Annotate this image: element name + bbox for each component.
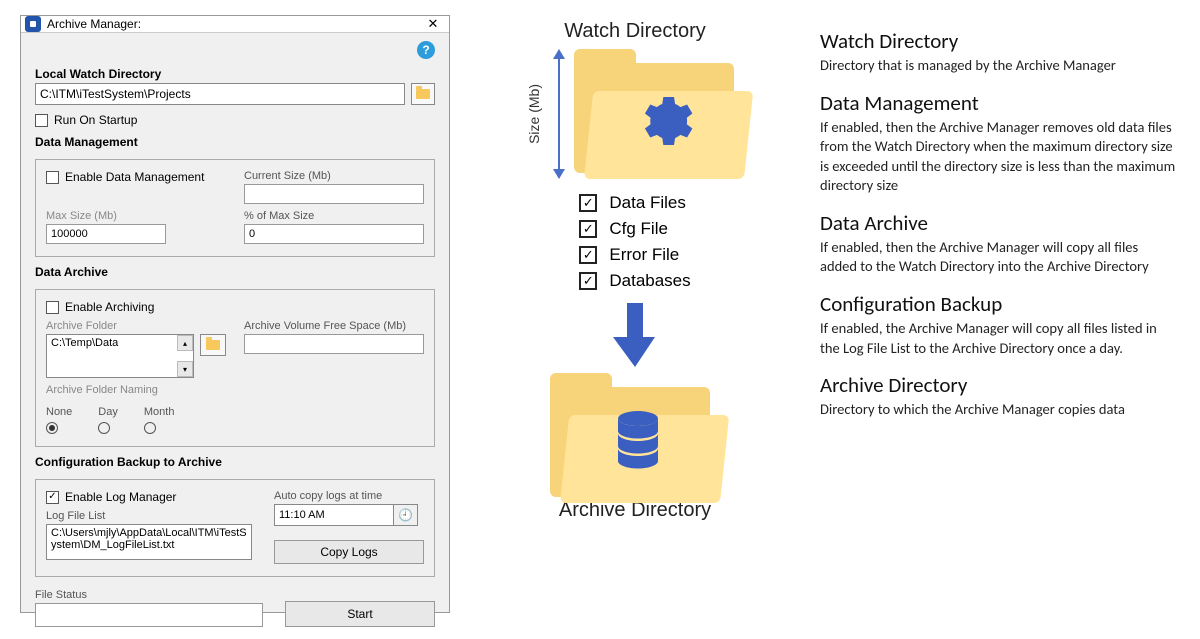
file-status-input[interactable] bbox=[35, 603, 263, 627]
check-cfgfile-label: Cfg File bbox=[609, 219, 668, 239]
definition-data-archive: Data Archive If enabled, then the Archiv… bbox=[820, 210, 1178, 277]
config-backup-group: Enable Log Manager Log File List Auto co… bbox=[35, 479, 435, 577]
percent-max-label: % of Max Size bbox=[244, 210, 424, 222]
max-size-label: Max Size (Mb) bbox=[46, 210, 226, 222]
watch-folder-icon bbox=[574, 49, 744, 179]
enable-data-management-label: Enable Data Management bbox=[65, 170, 204, 184]
auto-copy-time-input[interactable] bbox=[274, 504, 394, 526]
archive-folder-input[interactable] bbox=[46, 334, 194, 378]
current-size-input[interactable] bbox=[244, 184, 424, 204]
check-datafiles-label: Data Files bbox=[609, 193, 686, 213]
data-management-group: Enable Data Management Current Size (Mb)… bbox=[35, 159, 435, 257]
window-title: Archive Manager: bbox=[47, 17, 421, 31]
definition-title: Watch Directory bbox=[820, 28, 1178, 54]
check-icon: ✓ bbox=[579, 194, 597, 212]
copy-logs-button[interactable]: Copy Logs bbox=[274, 540, 424, 564]
size-arrow-icon bbox=[552, 49, 566, 179]
naming-radio-day[interactable] bbox=[98, 422, 110, 434]
archive-folder-icon bbox=[550, 373, 720, 493]
definition-data-management: Data Management If enabled, then the Arc… bbox=[820, 90, 1178, 196]
enable-data-management-checkbox[interactable] bbox=[46, 171, 59, 184]
app-icon bbox=[25, 16, 41, 32]
data-management-title: Data Management bbox=[35, 135, 435, 149]
browse-archive-button[interactable] bbox=[200, 334, 226, 356]
definition-body: If enabled, then the Archive Manager wil… bbox=[820, 238, 1178, 277]
size-axis-label: Size (Mb) bbox=[526, 84, 542, 144]
file-status-label: File Status bbox=[35, 589, 263, 601]
current-size-label: Current Size (Mb) bbox=[244, 170, 424, 182]
definition-config-backup: Configuration Backup If enabled, the Arc… bbox=[820, 291, 1178, 358]
log-file-list-label: Log File List bbox=[46, 510, 252, 522]
enable-archiving-checkbox[interactable] bbox=[46, 301, 59, 314]
run-on-startup-label: Run On Startup bbox=[54, 113, 137, 127]
naming-label: Archive Folder Naming bbox=[46, 384, 424, 396]
watch-directory-label: Local Watch Directory bbox=[35, 67, 435, 81]
down-arrow-icon bbox=[613, 303, 657, 367]
watch-directory-field: Local Watch Directory bbox=[35, 67, 435, 105]
start-button[interactable]: Start bbox=[285, 601, 435, 627]
definition-title: Data Archive bbox=[820, 210, 1178, 236]
definition-body: If enabled, then the Archive Manager rem… bbox=[820, 118, 1178, 196]
naming-radio-month[interactable] bbox=[144, 422, 156, 434]
titlebar: Archive Manager: ✕ bbox=[21, 16, 449, 33]
run-on-startup-row: Run On Startup bbox=[35, 113, 435, 127]
enable-log-manager-checkbox[interactable] bbox=[46, 491, 59, 504]
free-space-label: Archive Volume Free Space (Mb) bbox=[244, 320, 424, 332]
close-button[interactable]: ✕ bbox=[421, 16, 445, 32]
definition-watch-directory: Watch Directory Directory that is manage… bbox=[820, 28, 1178, 76]
naming-radio-group: None Day Month bbox=[46, 406, 424, 434]
definition-title: Configuration Backup bbox=[820, 291, 1178, 317]
check-icon: ✓ bbox=[579, 272, 597, 290]
check-icon: ✓ bbox=[579, 220, 597, 238]
check-databases-label: Databases bbox=[609, 271, 690, 291]
data-archive-group: Enable Archiving Archive Folder ▴ ▾ bbox=[35, 289, 435, 447]
diagram-watch-title: Watch Directory bbox=[564, 20, 706, 43]
check-errorfile-label: Error File bbox=[609, 245, 679, 265]
browse-watch-button[interactable] bbox=[411, 83, 435, 105]
definition-archive-directory: Archive Directory Directory to which the… bbox=[820, 372, 1178, 420]
archive-folder-label: Archive Folder bbox=[46, 320, 226, 332]
check-icon: ✓ bbox=[579, 246, 597, 264]
enable-archiving-label: Enable Archiving bbox=[65, 300, 154, 314]
help-icon[interactable]: ? bbox=[417, 41, 435, 59]
definition-title: Data Management bbox=[820, 90, 1178, 116]
naming-option-none-label: None bbox=[46, 406, 72, 418]
definition-body: Directory that is managed by the Archive… bbox=[820, 56, 1178, 76]
folder-icon bbox=[206, 340, 220, 350]
free-space-input[interactable] bbox=[244, 334, 424, 354]
client-area: ? Local Watch Directory Run On Startup D… bbox=[21, 33, 449, 639]
clock-button[interactable]: 🕘 bbox=[394, 504, 418, 526]
archive-manager-window: Archive Manager: ✕ ? Local Watch Directo… bbox=[20, 15, 450, 613]
max-size-input[interactable] bbox=[46, 224, 166, 244]
data-archive-title: Data Archive bbox=[35, 265, 435, 279]
definition-body: If enabled, the Archive Manager will cop… bbox=[820, 319, 1178, 358]
scroll-up-button[interactable]: ▴ bbox=[177, 335, 193, 351]
naming-option-month-label: Month bbox=[144, 406, 175, 418]
gear-icon bbox=[630, 89, 694, 153]
definition-body: Directory to which the Archive Manager c… bbox=[820, 400, 1178, 420]
watch-directory-input[interactable] bbox=[35, 83, 405, 105]
enable-log-manager-label: Enable Log Manager bbox=[65, 490, 176, 504]
run-on-startup-checkbox[interactable] bbox=[35, 114, 48, 127]
definitions-panel: Watch Directory Directory that is manage… bbox=[820, 0, 1200, 628]
auto-copy-label: Auto copy logs at time bbox=[274, 490, 424, 502]
checklist: ✓ Data Files ✓ Cfg File ✓ Error File ✓ Datab… bbox=[579, 193, 690, 291]
definition-title: Archive Directory bbox=[820, 372, 1178, 398]
clock-icon: 🕘 bbox=[398, 508, 413, 522]
folder-icon bbox=[416, 89, 430, 99]
config-backup-title: Configuration Backup to Archive bbox=[35, 455, 435, 469]
database-icon bbox=[612, 411, 664, 471]
scroll-down-button[interactable]: ▾ bbox=[177, 361, 193, 377]
diagram-panel: Watch Directory Size (Mb) ✓ Data Files ✓ C… bbox=[450, 0, 820, 628]
naming-option-day-label: Day bbox=[98, 406, 118, 418]
percent-max-input[interactable] bbox=[244, 224, 424, 244]
naming-radio-none[interactable] bbox=[46, 422, 58, 434]
log-file-list-input[interactable] bbox=[46, 524, 252, 560]
